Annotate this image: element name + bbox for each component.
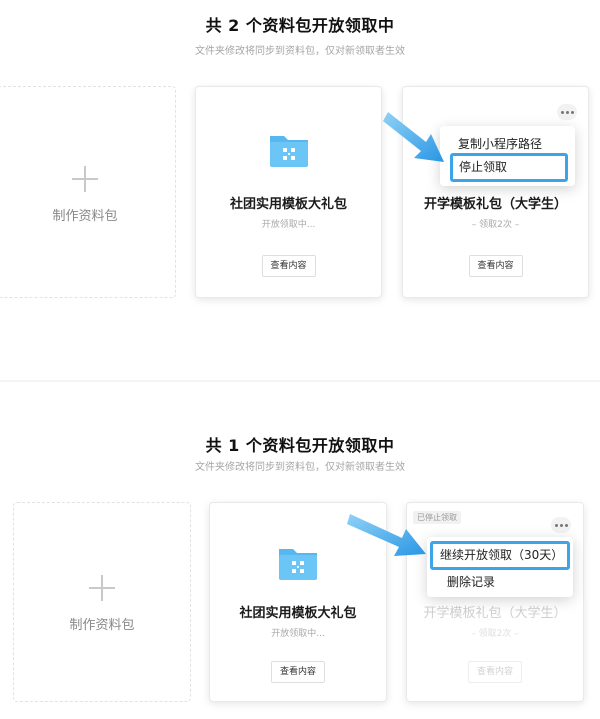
pack-title: 开学模板礼包（大学生） bbox=[423, 606, 567, 621]
view-contents-button[interactable]: 查看内容 bbox=[467, 661, 523, 683]
plus-icon bbox=[72, 166, 98, 192]
page-subtitle: 文件夹修改将同步到资料包，仅对新领取者生效 bbox=[195, 462, 405, 473]
folder-icon bbox=[269, 136, 308, 167]
page-title: 共 1 个资料包开放领取中 bbox=[205, 436, 395, 455]
pack-status: – 领取2次 – bbox=[471, 220, 520, 230]
pack-options-menu: 继续开放领取（30天） 删除记录 bbox=[427, 537, 573, 597]
top-panel: 共 2 个资料包开放领取中 文件夹修改将同步到资料包，仅对新领取者生效 制作资料… bbox=[0, 0, 600, 378]
menu-item-copy-mini-program-path[interactable]: 复制小程序路径 bbox=[440, 135, 575, 152]
menu-item-stop-collecting[interactable]: 停止领取 bbox=[450, 153, 568, 182]
create-pack-card[interactable]: 制作资料包 bbox=[0, 86, 176, 298]
view-contents-button[interactable]: 查看内容 bbox=[261, 255, 316, 277]
view-contents-button[interactable]: 查看内容 bbox=[468, 255, 523, 277]
pack-status: – 领取2次 – bbox=[471, 629, 519, 639]
pack-title: 社团实用模板大礼包 bbox=[229, 197, 347, 212]
pack-title: 社团实用模板大礼包 bbox=[239, 606, 357, 621]
pack-status: 开放领取中... bbox=[261, 220, 316, 230]
section-divider bbox=[0, 380, 600, 382]
menu-item-delete-record[interactable]: 删除记录 bbox=[427, 573, 573, 590]
more-options-button[interactable] bbox=[551, 517, 571, 533]
pack-title: 开学模板礼包（大学生） bbox=[423, 197, 567, 212]
more-options-button[interactable] bbox=[557, 104, 577, 120]
create-pack-label: 制作资料包 bbox=[52, 209, 118, 224]
pointer-arrow-icon bbox=[347, 514, 426, 556]
page-subtitle: 文件夹修改将同步到资料包，仅对新领取者生效 bbox=[195, 46, 405, 57]
menu-item-resume-collecting[interactable]: 继续开放领取（30天） bbox=[430, 541, 570, 570]
page-title: 共 2 个资料包开放领取中 bbox=[205, 16, 395, 35]
pack-card-club-templates[interactable]: 社团实用模板大礼包 开放领取中... 查看内容 bbox=[195, 86, 382, 298]
folder-icon bbox=[279, 549, 317, 580]
create-pack-card[interactable]: 制作资料包 bbox=[13, 502, 191, 702]
bottom-panel: 共 1 个资料包开放领取中 文件夹修改将同步到资料包，仅对新领取者生效 制作资料… bbox=[0, 386, 600, 719]
pack-card-freshman-templates[interactable]: 已停止领取 开学模板礼包（大学生） – 领取2次 – 查看内容 bbox=[406, 502, 584, 702]
plus-icon bbox=[89, 575, 115, 601]
view-contents-button[interactable]: 查看内容 bbox=[270, 661, 326, 683]
pack-options-menu: 复制小程序路径 停止领取 bbox=[440, 126, 575, 186]
pointer-arrow-icon bbox=[383, 112, 444, 162]
pack-status: 开放领取中... bbox=[271, 629, 325, 639]
create-pack-label: 制作资料包 bbox=[69, 618, 135, 633]
